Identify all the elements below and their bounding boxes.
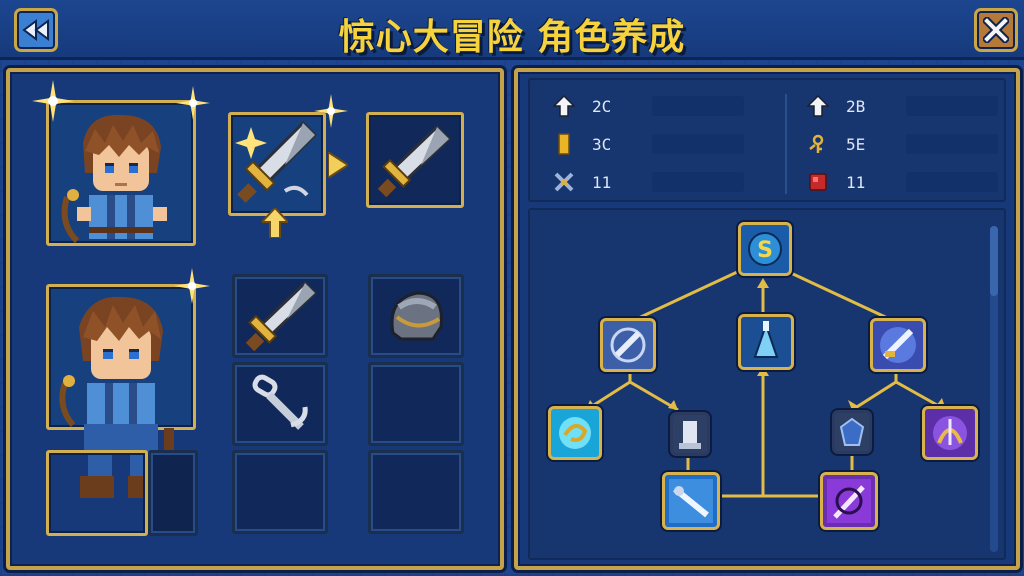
equipment-panel: [6, 68, 504, 570]
spire-skill-icon: [753, 321, 779, 358]
void-skill-icon: [827, 479, 871, 523]
chain-icon: [252, 374, 308, 430]
item-slot-empty-2[interactable]: [232, 450, 328, 534]
sword-icon: [235, 120, 318, 203]
stat-row: 5E: [806, 132, 998, 156]
arrow-up-icon: [806, 94, 830, 118]
skill-node-gem[interactable]: [832, 410, 872, 454]
bow-skill-icon: [933, 416, 967, 450]
slash-skill-icon: [880, 327, 916, 363]
key-icon: [806, 132, 830, 156]
close-icon: [983, 17, 1009, 43]
item-slot-helmet[interactable]: [368, 274, 464, 358]
skill-node-spire[interactable]: [738, 314, 794, 370]
stat-bar: [652, 96, 744, 116]
stat-bar: [906, 134, 998, 154]
empty-slot-shadow[interactable]: [148, 450, 198, 536]
stat-bar: [906, 96, 998, 116]
item-slot-upgrade-source[interactable]: [228, 112, 326, 216]
stat-value: 11: [846, 172, 866, 192]
stats-box: 2C 3C 11 2B 5E 11: [528, 78, 1006, 202]
close-button[interactable]: [974, 8, 1018, 52]
cross-shield-icon: [552, 170, 576, 194]
arrow-up-icon: [552, 94, 576, 118]
arrow-right-icon: [327, 150, 350, 182]
stat-bar: [652, 134, 744, 154]
helmet-icon: [390, 291, 443, 341]
empty-slot-small[interactable]: [46, 450, 148, 536]
stat-value: 3C: [592, 134, 612, 154]
stat-bar: [906, 172, 998, 192]
skill-tree-scrollbar[interactable]: [990, 226, 998, 552]
blade-skill-icon: [610, 327, 646, 363]
skill-tree: S: [528, 208, 1006, 560]
gem-skill-icon: [839, 417, 865, 446]
stat-bar: [652, 172, 744, 192]
page-title: 惊心大冒险 角色养成: [338, 17, 686, 58]
item-slot-empty-1[interactable]: [368, 362, 464, 446]
stat-value: 11: [592, 172, 612, 192]
sparkle-icon: [174, 268, 210, 308]
stat-value: 2C: [592, 96, 612, 116]
sword-icon: [377, 124, 452, 198]
stat-value: 5E: [846, 134, 866, 154]
skill-node-lance[interactable]: [662, 472, 720, 530]
spiral-s-icon: S: [748, 232, 782, 266]
svg-text:S: S: [757, 238, 773, 263]
sparkle-icon: [32, 80, 74, 126]
sparkle-icon: [176, 86, 210, 124]
skill-node-blade[interactable]: [600, 318, 656, 372]
scrollbar-thumb[interactable]: [990, 226, 998, 296]
skill-node-slash[interactable]: [870, 318, 926, 372]
item-slot-weapon[interactable]: [232, 274, 328, 358]
stat-value: 2B: [846, 96, 866, 116]
upgrade-arrow-icon: [259, 206, 291, 242]
skill-node-void[interactable]: [820, 472, 878, 530]
skill-node-root[interactable]: S: [738, 222, 792, 276]
title-bar: 惊心大冒险 角色养成: [0, 0, 1024, 60]
item-slot-accessory[interactable]: [232, 362, 328, 446]
gold-bar-icon: [552, 132, 576, 156]
stat-row: 3C: [552, 132, 744, 156]
red-gem-icon: [806, 170, 830, 194]
skill-node-swirl[interactable]: [548, 406, 602, 460]
stat-row: 2C: [552, 94, 744, 118]
item-slot-empty-3[interactable]: [368, 450, 464, 534]
skill-node-bow[interactable]: [922, 406, 978, 460]
game-screen: 惊心大冒险 角色养成 2C 3C 11 2B 5E 11 S: [0, 0, 1024, 576]
sword-icon: [245, 280, 318, 352]
lance-skill-icon: [669, 479, 713, 523]
stats-divider: [785, 94, 787, 194]
stat-row: 11: [552, 170, 744, 194]
tower-skill-icon: [679, 421, 701, 449]
item-slot-upgrade-result[interactable]: [366, 112, 464, 208]
stat-row: 11: [806, 170, 998, 194]
attributes-panel: 2C 3C 11 2B 5E 11 S: [514, 68, 1020, 570]
skill-node-tower[interactable]: [670, 412, 710, 456]
swirl-skill-icon: [559, 417, 591, 449]
hero-portrait-icon: [59, 296, 163, 427]
stat-row: 2B: [806, 94, 998, 118]
